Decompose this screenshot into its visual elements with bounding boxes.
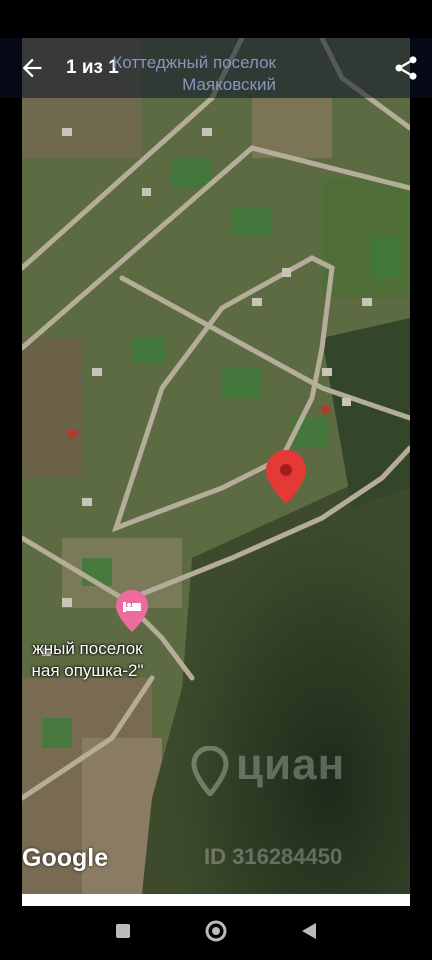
place-label-line2: ная опушка-2": [31, 661, 144, 680]
back-nav-button[interactable]: [296, 918, 322, 944]
watermark-listing-id: ID 316284450: [204, 844, 343, 869]
home-button[interactable]: [203, 918, 229, 944]
map-attribution: Google: [22, 844, 109, 872]
place-label: жный поселок ная опушка-2": [0, 638, 175, 682]
arrow-back-icon[interactable]: [18, 54, 46, 82]
bottom-strip: [22, 894, 410, 906]
cian-logo-icon: [191, 746, 229, 796]
recents-button[interactable]: [110, 918, 136, 944]
page-title: Коттеджный поселок Маяковский: [112, 53, 276, 94]
place-label-line1: жный поселок: [32, 639, 143, 658]
hotel-bed-icon[interactable]: [116, 590, 148, 632]
location-pin-icon[interactable]: [266, 450, 306, 504]
share-icon[interactable]: [392, 54, 420, 82]
watermark-brand: циан: [236, 740, 346, 789]
screen: 1 из 1 Коттеджный поселок Маяковский жны…: [0, 0, 432, 960]
watermark: циан ID 316284450: [190, 740, 420, 880]
